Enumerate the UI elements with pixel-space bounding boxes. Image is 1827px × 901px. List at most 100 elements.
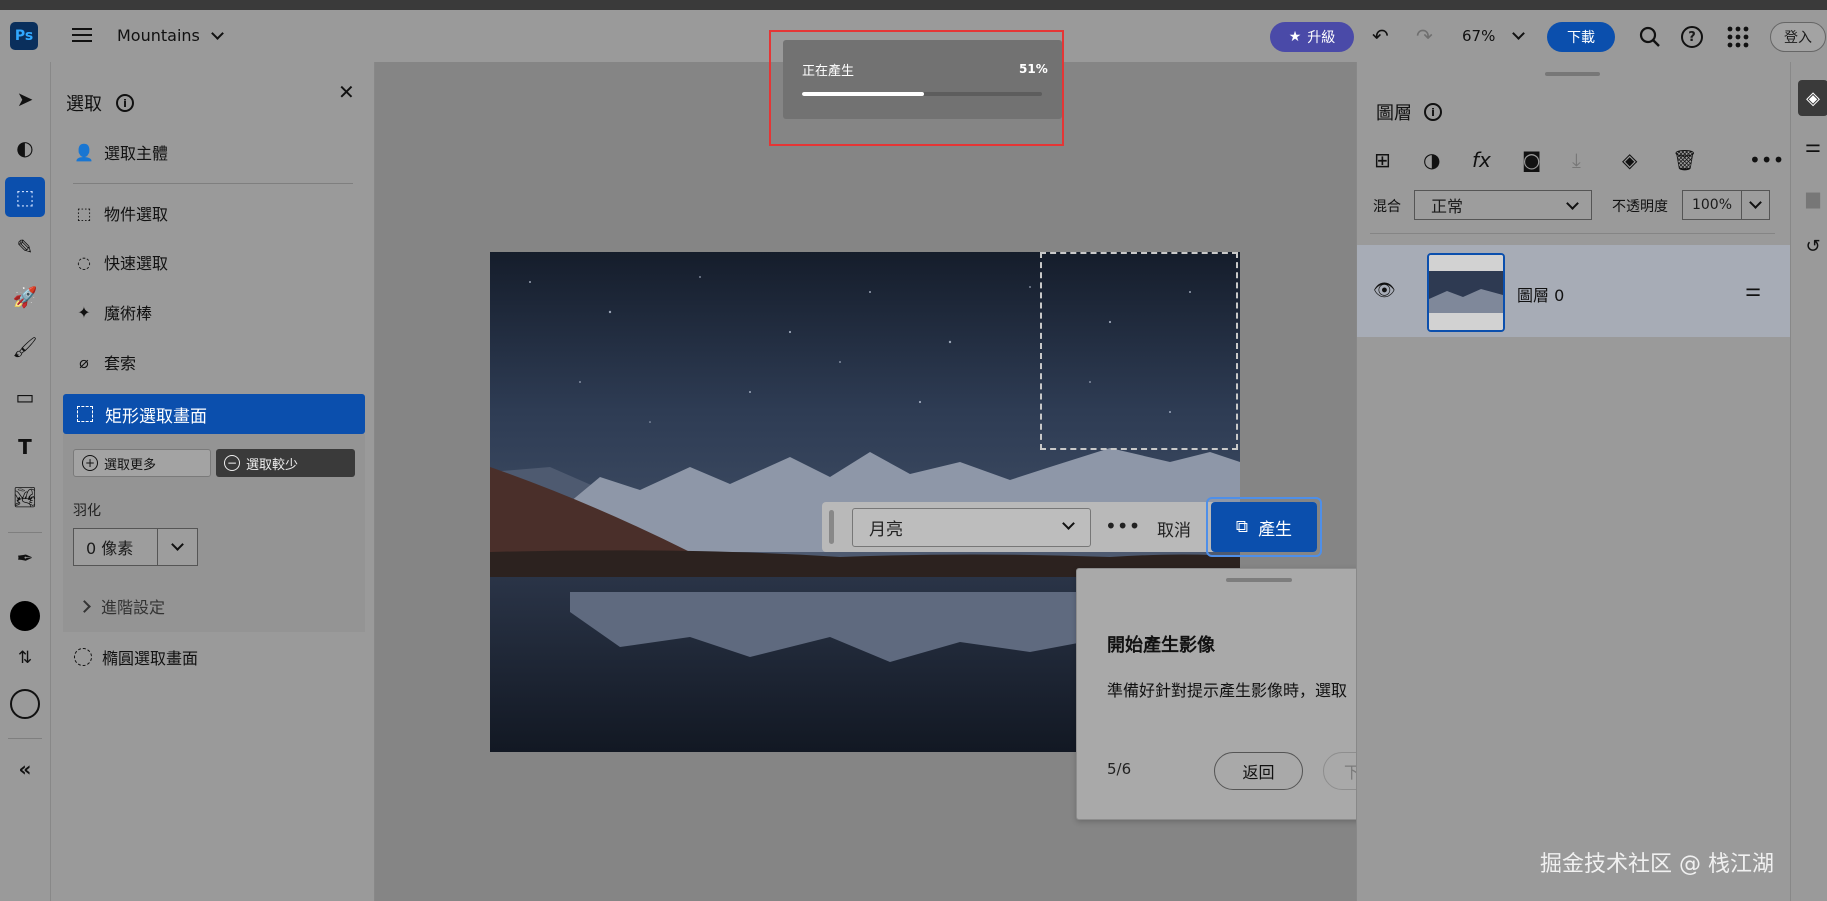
layer-row[interactable] (1357, 245, 1790, 337)
sign-in-button[interactable]: 登入 (1770, 22, 1826, 52)
upgrade-button[interactable]: ★ 升級 (1270, 22, 1354, 52)
shape-tool-icon[interactable]: ▭ (5, 377, 45, 417)
chevron-down-icon (171, 537, 184, 551)
add-layer-icon[interactable]: ⊞ (1374, 148, 1391, 172)
redo-icon[interactable]: ↷ (1416, 24, 1433, 48)
apps-grid-icon[interactable] (1727, 26, 1749, 48)
quick-actions-icon[interactable]: 🚀 (5, 277, 45, 317)
opacity-input[interactable]: 100% (1682, 190, 1742, 220)
fx-icon[interactable]: fx (1472, 148, 1491, 172)
blend-label: 混合 (1373, 199, 1401, 215)
layers-panel (1356, 62, 1791, 901)
layer-thumbnail[interactable] (1427, 253, 1505, 332)
layer-thumbnail-image (1429, 255, 1503, 330)
comments-icon[interactable]: ▆ (1798, 180, 1827, 216)
opacity-dropdown[interactable] (1741, 190, 1770, 220)
add-selection-label: 選取更多 (104, 457, 157, 473)
eye-icon[interactable]: 👁 (1373, 280, 1396, 301)
tutorial-title: 開始產生影像 (1107, 635, 1215, 656)
move-tool-icon[interactable]: ➤ (5, 79, 45, 119)
lasso-item[interactable]: ⌀ 套索 (74, 348, 136, 376)
heal-tool-icon[interactable]: ✎ (5, 227, 45, 267)
menu-icon[interactable] (72, 28, 92, 42)
background-color-swatch[interactable] (10, 689, 40, 719)
chevron-right-icon (78, 599, 91, 613)
magic-wand-label: 魔術棒 (104, 304, 153, 323)
adjust-tool-icon[interactable]: ◐ (5, 128, 45, 168)
trash-icon[interactable]: 🗑 (1672, 148, 1697, 172)
feather-dropdown[interactable] (157, 528, 198, 566)
more-options-button[interactable]: ••• (1105, 514, 1140, 538)
add-image-icon[interactable]: 🏞 (5, 477, 45, 517)
advanced-settings-label: 進階設定 (101, 598, 166, 617)
tool-divider (8, 532, 42, 533)
chevron-down-icon (211, 27, 224, 40)
info-icon[interactable]: i (116, 94, 134, 112)
cancel-button[interactable]: 取消 (1157, 516, 1191, 541)
star-icon: ★ (1288, 29, 1302, 45)
rectangle-select-item[interactable]: 矩形選取畫面 (63, 394, 365, 434)
brush-tool-icon[interactable]: 🖌 (5, 327, 45, 367)
layers-more-icon[interactable]: ••• (1749, 148, 1784, 172)
mask-icon[interactable]: ◙ (1522, 148, 1541, 172)
blend-mode-dropdown[interactable]: 正常 (1414, 190, 1592, 220)
magic-wand-item[interactable]: ✦ 魔術棒 (74, 298, 152, 326)
prompt-dropdown[interactable]: 月亮 (852, 508, 1091, 547)
minus-icon: − (224, 455, 240, 471)
magic-wand-icon: ✦ (77, 302, 91, 322)
download-button[interactable]: 下載 (1547, 22, 1615, 52)
select-subject-label: 選取主體 (104, 144, 169, 163)
properties-icon[interactable]: ⚌ (1798, 128, 1827, 164)
zoom-menu[interactable]: 67% (1462, 27, 1525, 45)
back-button[interactable]: 返回 (1214, 752, 1303, 790)
eyedropper-icon[interactable]: ✒ (5, 538, 45, 578)
ellipse-select-item[interactable]: 橢圓選取畫面 (74, 643, 198, 671)
watermark: 掘金技术社区 @ 栈江湖 (1540, 852, 1774, 877)
panel-drag-handle[interactable] (1545, 72, 1600, 76)
add-selection-button[interactable]: + 選取更多 (73, 449, 211, 477)
photoshop-logo[interactable]: Ps (10, 22, 38, 50)
history-icon[interactable]: ↺ (1798, 228, 1827, 264)
card-grip[interactable] (1226, 578, 1292, 582)
object-select-item[interactable]: ⬚ 物件選取 (74, 199, 168, 227)
generate-button[interactable]: ⧉ 產生 (1211, 502, 1317, 552)
select-subject-item[interactable]: 👤 選取主體 (74, 138, 168, 166)
clip-layer-icon[interactable]: ⤓ (1572, 148, 1581, 172)
collapse-panel-icon[interactable]: « (5, 749, 45, 789)
undo-icon[interactable]: ↶ (1372, 24, 1389, 48)
quick-select-label: 快速選取 (104, 254, 169, 273)
task-bar-grip[interactable] (829, 510, 834, 544)
adjustment-layer-icon[interactable]: ◑ (1423, 148, 1440, 172)
select-subject-icon: 👤 (74, 142, 94, 162)
ellipse-select-icon (74, 648, 92, 666)
rectangle-select-icon (77, 406, 93, 422)
quick-select-icon: ◌ (77, 252, 91, 272)
swap-colors-icon[interactable]: ⇅ (5, 638, 45, 678)
feather-input[interactable]: 0 像素 (73, 528, 158, 566)
type-tool-icon[interactable]: T (5, 427, 45, 467)
document-title-menu[interactable]: Mountains (117, 26, 224, 45)
subtract-selection-button[interactable]: − 選取較少 (216, 449, 355, 477)
layers-panel-icon[interactable]: ◈ (1798, 80, 1827, 116)
help-icon[interactable]: ? (1681, 26, 1703, 48)
panel-divider (73, 183, 353, 184)
layers-title: 圖層 i (1376, 99, 1442, 125)
object-select-icon: ⬚ (76, 203, 92, 223)
zoom-level: 67% (1462, 27, 1496, 45)
advanced-settings-toggle[interactable]: 進階設定 (78, 594, 166, 618)
prompt-value: 月亮 (869, 520, 903, 540)
selection-marquee[interactable] (1040, 252, 1238, 450)
object-select-label: 物件選取 (104, 205, 169, 224)
lasso-label: 套索 (104, 354, 137, 373)
quick-select-item[interactable]: ◌ 快速選取 (74, 248, 168, 276)
layer-stack-icon[interactable]: ◈ (1622, 148, 1637, 172)
ellipse-select-label: 橢圓選取畫面 (102, 649, 199, 668)
foreground-color-swatch[interactable] (10, 601, 40, 631)
selection-tool-icon[interactable]: ⬚ (5, 177, 45, 217)
search-icon[interactable] (1638, 25, 1662, 49)
layer-properties-icon[interactable]: ⚌ (1745, 280, 1761, 301)
info-icon[interactable]: i (1424, 103, 1442, 121)
selection-panel-title: 選取 i (66, 90, 134, 116)
blend-mode-value: 正常 (1431, 197, 1464, 216)
close-icon[interactable]: ✕ (338, 80, 355, 104)
